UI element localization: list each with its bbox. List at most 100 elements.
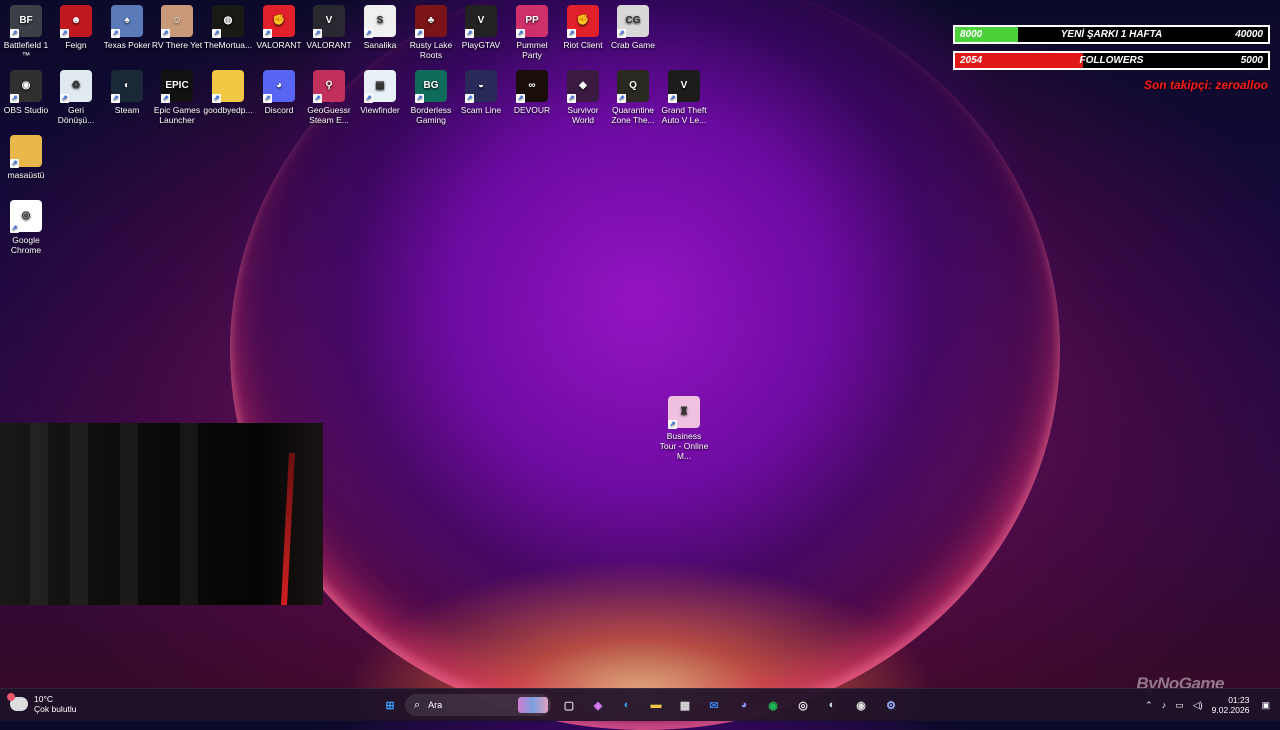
- app-glyph: ♻: [71, 80, 81, 91]
- follower-bar: 2054 FOLLOWERS 5000: [953, 51, 1270, 70]
- cloud-icon: [7, 693, 28, 711]
- chrome-icon[interactable]: ◎: [794, 696, 812, 714]
- desktop-icon[interactable]: BF ↗ Battlefield 1 ™: [0, 5, 52, 60]
- obs-icon[interactable]: ◉: [852, 696, 870, 714]
- desktop-icon[interactable]: BG ↗ Borderless Gaming: [405, 70, 457, 125]
- shortcut-arrow-icon: ↗: [111, 29, 120, 38]
- app-glyph: ◆: [579, 80, 587, 91]
- desktop-icon-label: Riot Client: [563, 40, 603, 50]
- network-icon[interactable]: ▭: [1175, 700, 1184, 711]
- desktop-icon-label: TheMortua...: [203, 40, 253, 50]
- desktop-icon[interactable]: ♜ ↗ Business Tour - Online M...: [658, 396, 710, 461]
- store-icon[interactable]: ▦: [676, 696, 694, 714]
- desktop-icon[interactable]: ↗ masaüstü: [0, 135, 52, 180]
- desktop-icon[interactable]: ♻ ↗ Geri Dönüşü...: [50, 70, 102, 125]
- clock[interactable]: 01:23 9.02.2026: [1212, 695, 1250, 715]
- file-explorer-icon[interactable]: ▬: [647, 696, 665, 714]
- desktop-icon[interactable]: ◍ ↗ TheMortua...: [202, 5, 254, 50]
- desktop-icon-label: Steam: [114, 105, 140, 115]
- desktop-icon[interactable]: Q ↗ Quarantine Zone The...: [607, 70, 659, 125]
- app-glyph: BG: [423, 80, 439, 91]
- search-placeholder: Ara: [428, 700, 443, 710]
- desktop-icon[interactable]: ◕ ↗ Discord: [253, 70, 305, 115]
- start-icon[interactable]: ⊞: [381, 696, 399, 714]
- desktop-icon[interactable]: ✊ ↗ VALORANT: [253, 5, 305, 50]
- desktop-icon-label: goodbyedp...: [203, 105, 253, 115]
- spotify-icon[interactable]: ◉: [764, 696, 782, 714]
- desktop-icon[interactable]: ◆ ↗ Survivor World: [557, 70, 609, 125]
- steam-icon[interactable]: ◐: [823, 696, 841, 714]
- app-icon: CG ↗: [617, 5, 649, 38]
- shortcut-arrow-icon: ↗: [516, 94, 525, 103]
- desktop-icon[interactable]: S ↗ Sanalika: [354, 5, 406, 50]
- desktop-icon[interactable]: ✊ ↗ Riot Client: [557, 5, 609, 50]
- app-glyph: ◎: [21, 210, 31, 221]
- app-icon: ▣ ↗: [364, 70, 396, 103]
- app-icon: ◎ ↗: [10, 200, 42, 233]
- mail-icon[interactable]: ✉: [705, 696, 723, 714]
- desktop-icon-label: Sanalika: [363, 40, 397, 50]
- chevron-up-icon[interactable]: ⌃: [1145, 700, 1153, 711]
- desktop-icon[interactable]: ♣ ↗ Rusty Lake Roots: [405, 5, 457, 60]
- desktop-icon[interactable]: ♠ ↗ Texas Poker: [101, 5, 153, 50]
- notification-icon[interactable]: ▣: [1261, 700, 1270, 711]
- task-view-icon[interactable]: ▢: [560, 696, 578, 714]
- desktop-icon[interactable]: ◒ ↗ Scam Line: [455, 70, 507, 115]
- shortcut-arrow-icon: ↗: [415, 29, 424, 38]
- app-glyph: ✊: [576, 15, 590, 26]
- shortcut-arrow-icon: ↗: [668, 94, 677, 103]
- follower-target: 5000: [1240, 55, 1263, 66]
- shortcut-arrow-icon: ↗: [516, 29, 525, 38]
- shortcut-arrow-icon: ↗: [364, 94, 373, 103]
- search-icon: ⌕: [414, 698, 421, 711]
- desktop-icon[interactable]: ◐ ↗ Steam: [101, 70, 153, 115]
- desktop-icon-label: Discord: [264, 105, 294, 115]
- desktop-icon[interactable]: V ↗ VALORANT: [303, 5, 355, 50]
- shortcut-arrow-icon: ↗: [161, 94, 170, 103]
- webcam-feed: [0, 423, 323, 605]
- desktop-icon-label: Crab Game: [611, 40, 655, 50]
- shortcut-arrow-icon: ↗: [364, 29, 373, 38]
- desktop-icon[interactable]: CG ↗ Crab Game: [607, 5, 659, 50]
- app-glyph: ◕: [275, 80, 283, 91]
- search-box[interactable]: ⌕ Ara: [405, 694, 551, 716]
- goal-bar: 8000 YENİ ŞARKI 1 HAFTA 40000: [953, 25, 1270, 44]
- weather-widget[interactable]: 10°C Çok bulutlu: [7, 693, 77, 714]
- discord-icon[interactable]: ◕: [735, 696, 753, 714]
- desktop-icon[interactable]: ☺ ↗ RV There Yet: [151, 5, 203, 50]
- app-icon: V ↗: [668, 70, 700, 103]
- desktop-icon[interactable]: ⚲ ↗ GeoGuessr Steam E...: [303, 70, 355, 125]
- shortcut-arrow-icon: ↗: [668, 420, 677, 429]
- desktop-icon[interactable]: V ↗ PlayGTAV: [455, 5, 507, 50]
- desktop-icon[interactable]: V ↗ Grand Theft Auto V Le...: [658, 70, 710, 125]
- desktop-icon[interactable]: ↗ goodbyedp...: [202, 70, 254, 115]
- desktop-icon[interactable]: PP ↗ Pummel Party: [506, 5, 558, 60]
- shortcut-arrow-icon: ↗: [10, 159, 19, 168]
- desktop-icon-label: Feign: [65, 40, 87, 50]
- desktop-icon[interactable]: ☻ ↗ Feign: [50, 5, 102, 50]
- desktop-icon-label: Battlefield 1: [3, 40, 49, 50]
- desktop-icon-label: DEVOUR: [513, 105, 551, 115]
- app-icon: PP ↗: [516, 5, 548, 38]
- app-glyph: Q: [629, 80, 637, 91]
- desktop-icon[interactable]: ▣ ↗ Viewfinder: [354, 70, 406, 115]
- desktop-icon[interactable]: ∞ ↗ DEVOUR: [506, 70, 558, 115]
- desktop-icon-label: Grand Theft Auto V Le...: [661, 105, 707, 125]
- app-icon: ✊ ↗: [263, 5, 295, 38]
- app-icon[interactable]: ⚙: [882, 696, 900, 714]
- app-icon: BF ↗: [10, 5, 42, 38]
- taskbar: 10°C Çok bulutlu ⊞ ▢ ◈ ◐ ▬ ▦ ✉ ◕ ◉ ◎ ◐ ◉ ⚙ ⌕ Ara ⌃ ♪…: [0, 688, 1280, 721]
- desktop-icon[interactable]: ◉ ↗ OBS Studio: [0, 70, 52, 115]
- shortcut-arrow-icon: ↗: [465, 94, 474, 103]
- desktop-icon-label: OBS Studio: [3, 105, 49, 115]
- shortcut-arrow-icon: ↗: [617, 29, 626, 38]
- microphone-icon[interactable]: ♪: [1162, 700, 1167, 710]
- copilot-icon[interactable]: ◈: [589, 696, 607, 714]
- app-icon: ◆ ↗: [567, 70, 599, 103]
- edge-icon[interactable]: ◐: [618, 696, 636, 714]
- desktop-icon[interactable]: EPIC ↗ Epic Games Launcher: [151, 70, 203, 125]
- desktop-icon[interactable]: ◎ ↗ Google Chrome: [0, 200, 52, 255]
- app-icon: EPIC ↗: [161, 70, 193, 103]
- app-glyph: ⚲: [325, 80, 333, 91]
- volume-icon[interactable]: ◁): [1193, 700, 1203, 711]
